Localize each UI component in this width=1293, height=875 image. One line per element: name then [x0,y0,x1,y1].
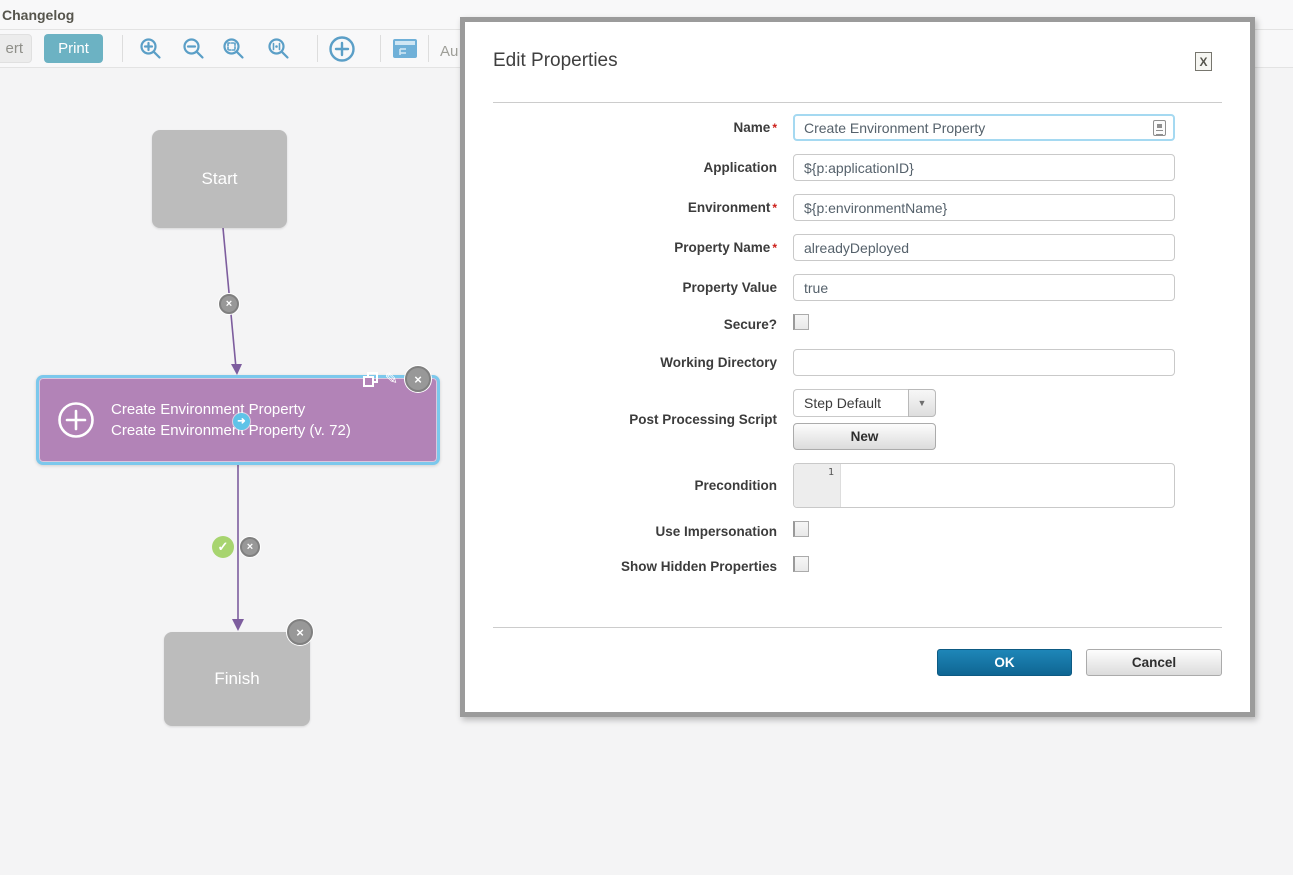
field-row-working-directory: Working Directory [493,349,1222,376]
post-processing-script-label: Post Processing Script [629,412,777,427]
finish-node[interactable]: Finish [164,632,310,726]
use-impersonation-label: Use Impersonation [655,524,777,539]
required-marker: * [772,121,777,135]
print-button[interactable]: Print [44,34,103,63]
start-node[interactable]: Start [152,130,287,228]
application-label: Application [704,160,778,175]
auto-layout-label: Au [440,43,458,60]
precondition-editor[interactable]: 1 [793,463,1175,508]
delete-finish-connector-icon[interactable]: × [287,619,313,645]
divider [493,627,1222,628]
ok-button[interactable]: OK [937,649,1072,676]
show-hidden-properties-checkbox[interactable] [793,556,809,572]
use-impersonation-checkbox[interactable] [793,521,809,537]
step-node-create-environment-property[interactable]: Create Environment Property Create Envir… [36,375,440,465]
cancel-button[interactable]: Cancel [1086,649,1222,676]
show-hidden-properties-label: Show Hidden Properties [621,559,777,574]
post-processing-script-select[interactable]: Step Default ▼ [793,389,936,417]
post-processing-script-selected-value: Step Default [793,389,908,417]
field-row-property-name: Property Name* [493,234,1222,261]
application-input[interactable] [793,154,1175,181]
insert-property-icon[interactable] [1153,120,1166,136]
secure-checkbox[interactable] [793,314,809,330]
environment-label: Environment [688,200,771,215]
property-value-input[interactable] [793,274,1175,301]
delete-step-icon[interactable]: × [405,366,431,392]
working-directory-input[interactable] [793,349,1175,376]
zoom-actual-icon[interactable] [264,36,294,62]
expand-step-icon[interactable] [57,401,95,439]
property-value-label: Property Value [682,280,777,295]
toolbar-separator [428,35,429,62]
close-icon[interactable]: X [1195,52,1212,71]
connector-delete-icon[interactable]: × [219,294,239,314]
revert-button[interactable]: ert [0,34,32,63]
zoom-fit-icon[interactable] [219,36,249,62]
precondition-label: Precondition [694,478,777,493]
zoom-out-icon[interactable] [179,36,209,62]
step-node-version: Create Environment Property (v. 72) [111,420,351,441]
tab-changelog[interactable]: Changelog [0,7,74,23]
property-name-label: Property Name [674,240,770,255]
edit-properties-dialog: Edit Properties X Name* Application Envi… [460,17,1255,717]
name-label: Name [734,120,771,135]
toggle-palette-icon[interactable] [390,36,420,62]
dialog-title: Edit Properties [493,50,618,72]
name-input[interactable] [793,114,1175,141]
required-marker: * [772,201,777,215]
divider [493,102,1222,103]
edit-step-icon[interactable]: ✎ [385,369,398,389]
finish-node-label: Finish [214,669,259,689]
field-row-property-value: Property Value [493,274,1222,301]
success-condition-icon[interactable]: ✓ [212,536,234,558]
start-node-label: Start [202,169,238,189]
zoom-in-icon[interactable] [136,36,166,62]
field-row-show-hidden-properties: Show Hidden Properties [493,556,1222,574]
precondition-code-area[interactable] [841,464,1174,507]
chevron-down-icon[interactable]: ▼ [908,389,936,417]
add-step-icon[interactable] [327,36,357,62]
field-row-secure: Secure? [493,314,1222,332]
field-row-precondition: Precondition 1 [493,463,1222,508]
field-row-environment: Environment* [493,194,1222,221]
field-row-application: Application [493,154,1222,181]
property-name-input[interactable] [793,234,1175,261]
secure-label: Secure? [724,317,777,332]
line-number: 1 [794,464,841,507]
working-directory-label: Working Directory [660,355,777,370]
field-row-name: Name* [493,114,1222,141]
toolbar-separator [380,35,381,62]
environment-input[interactable] [793,194,1175,221]
copy-step-icon[interactable] [363,372,378,387]
toolbar-separator [122,35,123,62]
new-script-button[interactable]: New [793,423,936,450]
field-row-post-processing-script: Post Processing Script Step Default ▼ Ne… [493,389,1222,450]
toolbar-separator [317,35,318,62]
drag-connection-icon[interactable]: ➜ [233,413,250,430]
step-node-name: Create Environment Property [111,399,351,420]
connector-delete-icon[interactable]: × [240,537,260,557]
field-row-use-impersonation: Use Impersonation [493,521,1222,539]
required-marker: * [772,241,777,255]
